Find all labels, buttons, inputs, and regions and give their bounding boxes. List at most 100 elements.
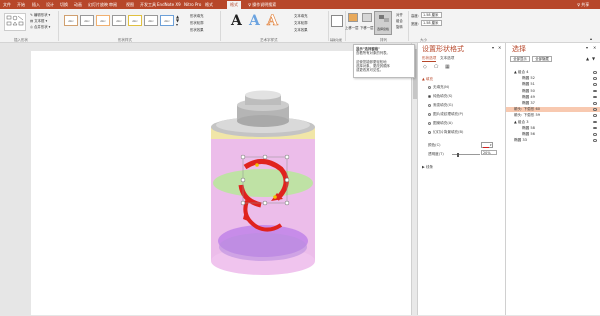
fill-option[interactable]: 图案填充(A) (428, 121, 453, 126)
shape-style-5[interactable]: Abc (128, 15, 142, 26)
wordart-style-2[interactable]: A (249, 13, 260, 29)
selection-list-item[interactable]: 椭圆 50 (506, 89, 600, 94)
selection-list-item[interactable]: 箭头: 下弧形 59 (506, 113, 600, 118)
visibility-eye-icon[interactable] (593, 102, 597, 105)
move-up-icon[interactable]: ▲ (586, 56, 589, 61)
radio-icon[interactable] (428, 121, 431, 125)
transparency-input[interactable]: 20% (481, 150, 497, 155)
selection-list-item[interactable]: ▲ 组合 3 (506, 120, 600, 125)
slide[interactable] (31, 51, 414, 315)
selection-list-item[interactable]: 椭圆 58 (506, 126, 600, 131)
text-effects-button[interactable]: 文本效果 (294, 27, 308, 32)
fill-color-picker[interactable]: ▾ (481, 142, 493, 148)
radio-icon[interactable] (428, 130, 431, 134)
tab-6[interactable]: 幻灯片放映 (88, 2, 108, 7)
width-input[interactable]: 1.58 厘米 (421, 20, 442, 26)
tab-7[interactable]: 审阅 (109, 2, 117, 7)
alt-text-icon[interactable] (331, 15, 343, 27)
battery-illustration[interactable] (31, 51, 414, 315)
tab-0[interactable]: 文件 (3, 2, 11, 7)
close-icon[interactable]: ✕ (593, 45, 596, 50)
textbox-label[interactable]: ▤ 文本框 ▾ (30, 18, 47, 23)
shape-style-1[interactable]: Abc (64, 15, 78, 26)
tab-9[interactable]: 开发工具 (140, 2, 156, 7)
fill-line-icon[interactable]: ◇ (423, 64, 427, 70)
text-outline-button[interactable]: 文本轮廓 (294, 20, 308, 25)
shape-effects-button[interactable]: 形状效果 (190, 27, 204, 32)
tab-13[interactable]: 格式 (227, 1, 241, 9)
selection-pane-button[interactable]: 选择窗格 (374, 11, 392, 35)
tab-text-options[interactable]: 文本选项 (440, 56, 454, 61)
collapse-ribbon-icon[interactable]: ▴ (590, 36, 592, 41)
move-down-icon[interactable]: ▼ (592, 56, 595, 61)
visibility-eye-icon[interactable] (593, 139, 597, 142)
bring-forward-button[interactable]: 上移一层 (345, 25, 359, 30)
shapes-gallery[interactable] (4, 13, 26, 31)
visibility-eye-icon[interactable] (593, 114, 597, 117)
visibility-eye-icon[interactable] (593, 133, 597, 136)
tab-15[interactable]: ♀ 共享 (577, 2, 589, 7)
fill-option[interactable]: 无填充(N) (428, 85, 449, 90)
selection-list-item[interactable]: 椭圆 51 (506, 82, 600, 87)
shape-style-2[interactable]: Abc (80, 15, 94, 26)
radio-icon[interactable] (428, 112, 431, 116)
text-fill-button[interactable]: 文本填充 (294, 13, 308, 18)
radio-icon[interactable] (428, 85, 431, 89)
tab-10[interactable]: EndNote X9 (157, 2, 181, 7)
rotate-button[interactable]: 旋转 (396, 24, 403, 29)
close-icon[interactable]: ✕ (498, 45, 501, 50)
fill-option[interactable]: 图片或纹理填充(P) (428, 112, 463, 117)
height-input[interactable]: 1.58 厘米 (421, 12, 442, 18)
tab-14[interactable]: ♀ 操作说明搜索 (248, 2, 276, 7)
selection-list-item[interactable]: ▲ 组合 4 (506, 70, 600, 75)
effects-icon[interactable]: ⬠ (434, 64, 438, 70)
shape-style-3[interactable]: Abc (96, 15, 110, 26)
fill-option[interactable]: 幻灯片背景填充(B) (428, 130, 463, 135)
fill-section-header[interactable]: ▲ 填充 (422, 77, 433, 82)
visibility-eye-icon[interactable] (593, 126, 597, 130)
radio-icon[interactable] (428, 103, 431, 107)
bring-forward-icon[interactable] (348, 13, 358, 22)
fill-option[interactable]: 渐变填充(G) (428, 103, 453, 108)
tab-3[interactable]: 设计 (46, 2, 54, 7)
hide-all-button[interactable]: 全部隐藏 (532, 56, 552, 62)
wordart-style-3[interactable]: A (267, 13, 278, 30)
shape-fill-button[interactable]: 形状填充 (190, 13, 204, 18)
shape-style-6[interactable]: Abc (144, 15, 158, 26)
size-properties-icon[interactable]: ▦ (445, 64, 450, 70)
visibility-eye-icon[interactable] (593, 83, 597, 86)
tab-8[interactable]: 视图 (126, 2, 134, 7)
tab-5[interactable]: 动画 (74, 2, 82, 7)
line-section-header[interactable]: ▶ 线条 (422, 165, 433, 170)
tab-11[interactable]: Nitro Pro (184, 2, 201, 7)
visibility-eye-icon[interactable] (593, 95, 597, 99)
wordart-style-1[interactable]: A (231, 13, 242, 29)
selection-list-item[interactable]: 椭圆 33 (506, 138, 600, 143)
visibility-eye-icon[interactable] (593, 108, 597, 111)
edit-shape-label[interactable]: ✎ 编辑形状 ▾ (30, 12, 50, 17)
visibility-eye-icon[interactable] (593, 71, 597, 74)
selection-list-item[interactable]: 箭头: 下弧形 60 (506, 107, 600, 113)
selection-list-item[interactable]: 椭圆 49 (506, 95, 600, 100)
pane-options-icon[interactable]: ▾ (586, 45, 588, 50)
visibility-eye-icon[interactable] (593, 120, 597, 124)
shape-style-4[interactable]: Abc (112, 15, 126, 26)
fill-option[interactable]: 纯色填充(S) (428, 94, 452, 99)
radio-icon[interactable] (428, 94, 431, 98)
tab-shape-options[interactable]: 形状选项 (422, 56, 437, 62)
show-all-button[interactable]: 全部显示 (510, 56, 530, 62)
visibility-eye-icon[interactable] (593, 77, 597, 80)
selection-list-item[interactable]: 椭圆 52 (506, 76, 600, 81)
merge-shapes-label[interactable]: ◎ 合并形状 ▾ (30, 24, 50, 29)
group-button[interactable]: 组合 (396, 18, 403, 23)
tab-1[interactable]: 开始 (17, 2, 25, 7)
tab-4[interactable]: 切换 (60, 2, 68, 7)
align-button[interactable]: 对齐 (396, 12, 403, 17)
shape-outline-button[interactable]: 形状轮廓 (190, 20, 204, 25)
tab-12[interactable]: 格式 (205, 2, 213, 7)
send-backward-button[interactable]: 下移一层 (360, 25, 374, 30)
transparency-slider[interactable] (452, 152, 480, 157)
selection-list-item[interactable]: 椭圆 37 (506, 101, 600, 106)
tab-2[interactable]: 插入 (32, 2, 40, 7)
selection-list-item[interactable]: 椭圆 56 (506, 132, 600, 137)
